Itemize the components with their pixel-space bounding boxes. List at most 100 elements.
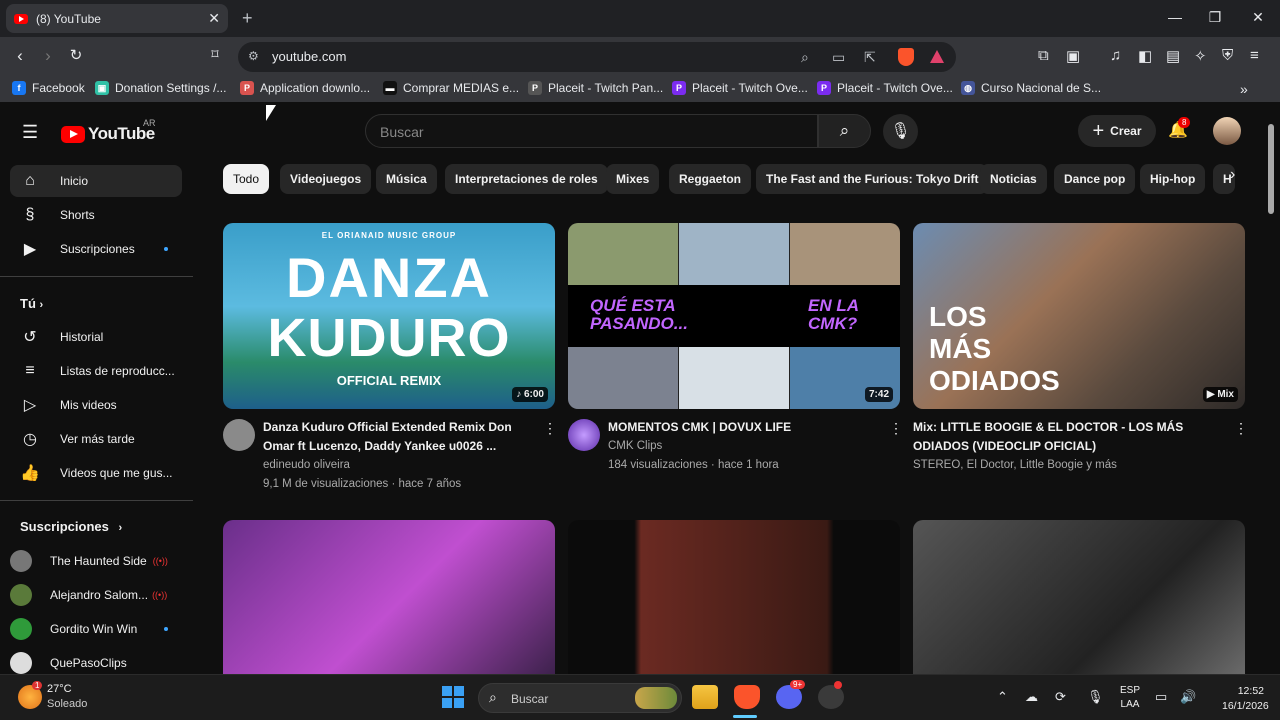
video-thumbnail[interactable]: [913, 520, 1245, 674]
chip-mixes[interactable]: Mixes: [606, 164, 660, 194]
sync-icon[interactable]: ⟳: [1055, 689, 1066, 705]
new-tab-button[interactable]: +: [242, 8, 253, 29]
language-indicator[interactable]: ESP LAA: [1120, 684, 1140, 712]
sidebar-item-suscripciones[interactable]: ▶ Suscripciones: [10, 233, 182, 265]
sidebar-toggle-icon[interactable]: ◧: [1138, 47, 1152, 65]
weather-icon[interactable]: 1: [18, 681, 43, 709]
bookmark-item[interactable]: f Facebook: [12, 81, 85, 95]
more-options-icon[interactable]: ⋮: [1234, 420, 1248, 437]
close-window-button[interactable]: ✕: [1248, 9, 1268, 26]
page-scrollbar[interactable]: [1268, 124, 1274, 214]
brave-shields-icon[interactable]: [898, 48, 914, 66]
video-thumbnail[interactable]: EL ORIANAID MUSIC GROUP DANZA KUDURO OFF…: [223, 223, 555, 409]
guide-menu-icon[interactable]: ☰: [22, 122, 38, 143]
sidebar-item-liked-videos[interactable]: 👍 Videos que me gus...: [10, 457, 182, 489]
sidebar-item-shorts[interactable]: § Shorts: [10, 199, 182, 231]
chip-musica[interactable]: Música: [376, 164, 437, 194]
chip-dance-pop[interactable]: Dance pop: [1054, 164, 1136, 194]
voice-search-button[interactable]: 🎙: [883, 114, 918, 149]
forward-button[interactable]: ›: [38, 46, 58, 66]
channel-avatar[interactable]: [223, 419, 255, 451]
sidebar-item-historial[interactable]: ↺ Historial: [10, 321, 182, 353]
microphone-icon[interactable]: 🎙: [1087, 689, 1104, 705]
notifications-button[interactable]: 🔔 8: [1168, 117, 1191, 140]
video-thumbnail[interactable]: [568, 520, 900, 674]
video-title[interactable]: MOMENTOS CMK | DOVUX LIFE: [608, 418, 872, 437]
video-thumbnail[interactable]: QUÉ ESTA PASANDO... EN LA CMK? 7:42: [568, 223, 900, 409]
bookmark-icon[interactable]: ⌑: [205, 46, 225, 63]
obs-icon[interactable]: [818, 681, 844, 709]
sidebar-subscription-item[interactable]: Gordito Win Win: [10, 613, 182, 645]
you-section-header[interactable]: Tú ›: [20, 296, 43, 311]
brave-browser-icon[interactable]: [734, 685, 760, 709]
video-title[interactable]: Danza Kuduro Official Extended Remix Don…: [263, 418, 527, 456]
create-button[interactable]: + Crear: [1078, 115, 1156, 147]
taskbar-search[interactable]: ⌕ Buscar: [478, 683, 682, 713]
file-explorer-icon[interactable]: [692, 685, 718, 709]
zoom-icon[interactable]: ⌕: [801, 49, 809, 66]
search-input[interactable]: Buscar: [365, 114, 818, 148]
chip-hip-hop[interactable]: Hip-hop: [1140, 164, 1206, 194]
music-icon[interactable]: ♫: [1110, 47, 1121, 64]
chip-noticias[interactable]: Noticias: [980, 164, 1047, 194]
sidebar-item-mis-videos[interactable]: ▷ Mis videos: [10, 389, 182, 421]
windows-start-icon[interactable]: [442, 686, 464, 708]
site-info-icon[interactable]: ⚙: [248, 49, 259, 63]
show-hidden-icons[interactable]: ⌃: [997, 689, 1008, 705]
bookmark-item[interactable]: ◍ Curso Nacional de S...: [961, 81, 1101, 95]
video-thumbnail[interactable]: LOS MÁS ODIADOS ▶ Mix: [913, 223, 1245, 409]
discord-icon[interactable]: 9+: [776, 680, 806, 709]
channel-avatar[interactable]: [568, 419, 600, 451]
chip-roleplay[interactable]: Interpretaciones de roles: [445, 164, 608, 194]
channel-name[interactable]: edineudo oliveira: [263, 456, 350, 475]
chip-fast-furious[interactable]: The Fast and the Furious: Tokyo Drift: [756, 164, 989, 194]
maximize-button[interactable]: ❐: [1205, 9, 1225, 26]
close-tab-icon[interactable]: ✕: [208, 10, 220, 27]
bookmark-item[interactable]: ▣ Donation Settings /...: [95, 81, 226, 95]
subscriptions-section-header[interactable]: Suscripciones ›: [20, 519, 122, 534]
menu-icon[interactable]: ≡: [1250, 47, 1259, 64]
more-options-icon[interactable]: ⋮: [889, 420, 903, 437]
minimize-button[interactable]: —: [1165, 9, 1185, 25]
wallet-icon[interactable]: ▤: [1166, 47, 1180, 65]
sidebar-item-playlists[interactable]: ≡ Listas de reproducc...: [10, 355, 182, 387]
volume-icon[interactable]: 🔊: [1180, 689, 1196, 705]
back-button[interactable]: ‹: [10, 46, 30, 66]
sidebar-subscription-item[interactable]: QuePasoClips: [10, 647, 182, 674]
sidebar-item-ver-mas-tarde[interactable]: ◷ Ver más tarde: [10, 423, 182, 455]
search-button[interactable]: ⌕: [818, 114, 871, 148]
onedrive-icon[interactable]: ☁: [1025, 689, 1038, 705]
bookmark-item[interactable]: P Placeit - Twitch Pan...: [528, 81, 663, 95]
youtube-logo[interactable]: YouTube AR: [61, 118, 156, 144]
brave-rewards-icon[interactable]: [930, 50, 944, 63]
channel-name[interactable]: CMK Clips: [608, 437, 662, 456]
system-clock[interactable]: 12:52 16/1/2026: [1222, 684, 1269, 714]
chip-reggaeton[interactable]: Reggaeton: [669, 164, 752, 194]
sidebar-subscription-item[interactable]: Alejandro Salom... ((•)): [10, 579, 182, 611]
reload-button[interactable]: ↻: [66, 46, 86, 64]
leo-ai-icon[interactable]: ✧: [1194, 47, 1207, 65]
browser-tab[interactable]: (8) YouTube ✕: [6, 4, 228, 33]
bookmark-item[interactable]: P Placeit - Twitch Ove...: [817, 81, 953, 95]
video-thumbnail[interactable]: [223, 520, 555, 674]
video-title[interactable]: Mix: LITTLE BOOGIE & EL DOCTOR - LOS MÁS…: [913, 418, 1213, 456]
bookmark-item[interactable]: ▬ Comprar MEDIAS e...: [383, 81, 519, 95]
cast-icon[interactable]: ▭: [832, 49, 845, 66]
chips-next-icon[interactable]: ›: [1230, 166, 1235, 184]
sidebar-subscription-item[interactable]: The Haunted Side ((•)): [10, 545, 182, 577]
address-bar[interactable]: ⚙ youtube.com ⌕ ▭ ⇱: [238, 42, 956, 72]
chip-todo[interactable]: Todo: [223, 164, 270, 194]
more-options-icon[interactable]: ⋮: [543, 420, 557, 437]
share-icon[interactable]: ⇱: [864, 49, 876, 66]
avatar[interactable]: [1213, 117, 1241, 145]
more-bookmarks-icon[interactable]: »: [1240, 81, 1248, 97]
sidebar-item-inicio[interactable]: ⌂ Inicio: [10, 165, 182, 197]
bookmark-item[interactable]: P Placeit - Twitch Ove...: [672, 81, 808, 95]
bookmark-item[interactable]: P Application downlo...: [240, 81, 370, 95]
tab-search-icon[interactable]: ▣: [1066, 47, 1080, 65]
vpn-icon[interactable]: ⛨: [1222, 47, 1233, 64]
channel-name[interactable]: STEREO, El Doctor, Little Boogie y más: [913, 456, 1117, 475]
chip-videojuegos[interactable]: Videojuegos: [280, 164, 372, 194]
network-icon[interactable]: ▭: [1155, 689, 1167, 705]
extensions-icon[interactable]: ⧉: [1038, 47, 1049, 64]
